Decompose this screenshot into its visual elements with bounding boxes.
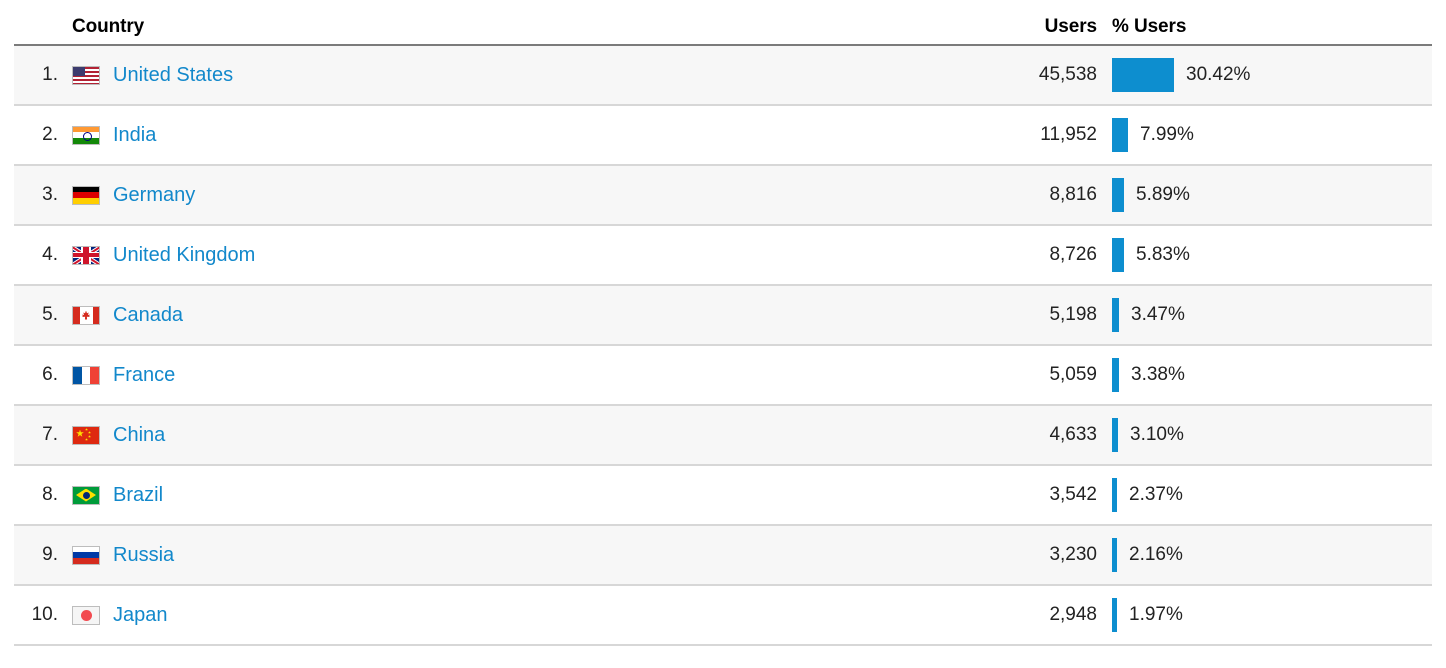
row-country-cell: France xyxy=(58,364,937,387)
country-link[interactable]: Germany xyxy=(113,184,195,207)
row-country-cell: United States xyxy=(58,64,937,87)
row-users-value: 3,230 xyxy=(1049,544,1097,565)
percent-bar xyxy=(1112,298,1119,332)
row-rank: 1. xyxy=(42,64,58,85)
flag-india-icon xyxy=(72,125,100,145)
country-link[interactable]: Russia xyxy=(113,544,174,567)
table-row[interactable]: 2. India 11,952 7.99% xyxy=(14,106,1432,166)
row-users-value: 3,542 xyxy=(1049,484,1097,505)
row-percent-cell: 3.38% xyxy=(1112,358,1432,392)
flag-russia-icon xyxy=(72,545,100,565)
table-row[interactable]: 9. Russia 3,230 2.16% xyxy=(14,526,1432,586)
row-percent-value: 2.37% xyxy=(1129,484,1183,505)
row-percent-value: 5.89% xyxy=(1136,184,1190,205)
flag-japan-icon xyxy=(72,605,100,625)
column-header-users[interactable]: Users xyxy=(937,16,1112,38)
row-percent-value: 5.83% xyxy=(1136,244,1190,265)
country-link[interactable]: Japan xyxy=(113,604,168,627)
flag-china-icon xyxy=(72,425,100,445)
country-link[interactable]: Canada xyxy=(113,304,183,327)
table-row[interactable]: 6. France 5,059 3.38% xyxy=(14,346,1432,406)
percent-bar xyxy=(1112,118,1128,152)
table-row[interactable]: 5. Canada 5,198 3.47% xyxy=(14,286,1432,346)
row-percent-cell: 7.99% xyxy=(1112,118,1432,152)
row-percent-value: 1.97% xyxy=(1129,604,1183,625)
row-country-cell: Germany xyxy=(58,184,937,207)
row-percent-value: 30.42% xyxy=(1186,64,1251,85)
row-rank: 5. xyxy=(42,304,58,325)
country-link[interactable]: France xyxy=(113,364,175,387)
percent-bar xyxy=(1112,358,1119,392)
row-rank: 2. xyxy=(42,124,58,145)
row-rank: 9. xyxy=(42,544,58,565)
row-country-cell: India xyxy=(58,124,937,147)
country-link[interactable]: United Kingdom xyxy=(113,244,255,267)
row-percent-cell: 5.89% xyxy=(1112,178,1432,212)
country-link[interactable]: China xyxy=(113,424,165,447)
row-rank: 4. xyxy=(42,244,58,265)
row-rank: 7. xyxy=(42,424,58,445)
table-row[interactable]: 3. Germany 8,816 5.89% xyxy=(14,166,1432,226)
row-percent-value: 7.99% xyxy=(1140,124,1194,145)
row-rank: 10. xyxy=(31,604,58,625)
row-percent-cell: 3.10% xyxy=(1112,418,1432,452)
table-row[interactable]: 7. China 4,633 3.10% xyxy=(14,406,1432,466)
row-users-value: 5,059 xyxy=(1049,364,1097,385)
flag-brazil-icon xyxy=(72,485,100,505)
flag-united-kingdom-icon xyxy=(72,245,100,265)
row-percent-cell: 5.83% xyxy=(1112,238,1432,272)
row-percent-value: 3.47% xyxy=(1131,304,1185,325)
row-percent-cell: 3.47% xyxy=(1112,298,1432,332)
row-country-cell: Russia xyxy=(58,544,937,567)
row-percent-cell: 2.16% xyxy=(1112,538,1432,572)
table-body: 1. United States 45,538 30.42% 2. India 11,952… xyxy=(14,46,1432,646)
row-country-cell: China xyxy=(58,424,937,447)
row-country-cell: United Kingdom xyxy=(58,244,937,267)
flag-germany-icon xyxy=(72,185,100,205)
row-users-value: 2,948 xyxy=(1049,604,1097,625)
percent-bar xyxy=(1112,178,1124,212)
row-users-value: 8,726 xyxy=(1049,244,1097,265)
country-link[interactable]: India xyxy=(113,124,156,147)
row-rank: 8. xyxy=(42,484,58,505)
flag-france-icon xyxy=(72,365,100,385)
row-rank: 6. xyxy=(42,364,58,385)
row-users-value: 11,952 xyxy=(1040,124,1097,145)
row-users-value: 4,633 xyxy=(1049,424,1097,445)
table-row[interactable]: 1. United States 45,538 30.42% xyxy=(14,46,1432,106)
table-row[interactable]: 10. Japan 2,948 1.97% xyxy=(14,586,1432,646)
percent-bar xyxy=(1112,58,1174,92)
row-rank: 3. xyxy=(42,184,58,205)
country-report-table: Country Users % Users 1. United States 45,… xyxy=(0,0,1446,646)
row-country-cell: Canada xyxy=(58,304,937,327)
column-header-country[interactable]: Country xyxy=(58,16,937,38)
row-percent-cell: 30.42% xyxy=(1112,58,1432,92)
row-percent-value: 3.10% xyxy=(1130,424,1184,445)
flag-united-states-icon xyxy=(72,65,100,85)
country-link[interactable]: Brazil xyxy=(113,484,163,507)
row-percent-value: 3.38% xyxy=(1131,364,1185,385)
row-users-value: 8,816 xyxy=(1049,184,1097,205)
country-link[interactable]: United States xyxy=(113,64,233,87)
flag-canada-icon xyxy=(72,305,100,325)
row-country-cell: Brazil xyxy=(58,484,937,507)
row-percent-cell: 2.37% xyxy=(1112,478,1432,512)
table-row[interactable]: 8. Brazil 3,542 2.37% xyxy=(14,466,1432,526)
row-country-cell: Japan xyxy=(58,604,937,627)
percent-bar xyxy=(1112,238,1124,272)
row-users-value: 5,198 xyxy=(1049,304,1097,325)
column-header-percent-users[interactable]: % Users xyxy=(1112,16,1432,38)
row-users-value: 45,538 xyxy=(1038,64,1097,85)
table-row[interactable]: 4. United Kingdom 8,726 5.83% xyxy=(14,226,1432,286)
table-header-row: Country Users % Users xyxy=(14,0,1432,46)
row-percent-cell: 1.97% xyxy=(1112,598,1432,632)
row-percent-value: 2.16% xyxy=(1129,544,1183,565)
